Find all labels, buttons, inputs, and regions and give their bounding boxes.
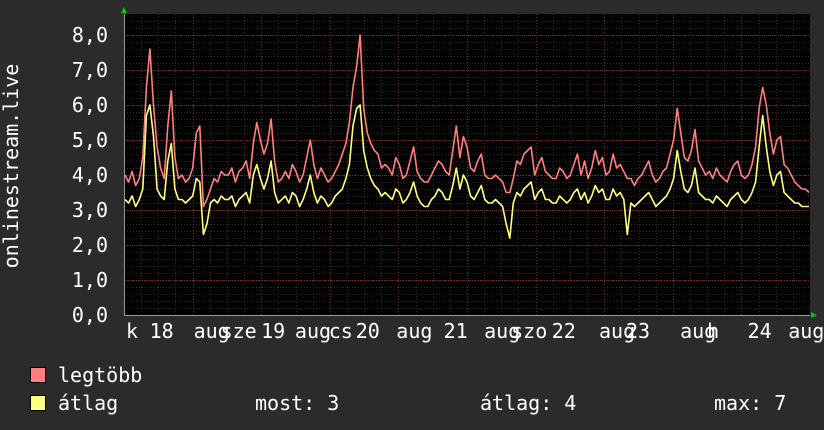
y-tick-label: 2,0 <box>72 233 108 257</box>
x-tick-label: sze <box>221 319 257 343</box>
x-tick-label: aug <box>788 319 824 343</box>
y-tick-label: 4,0 <box>72 163 108 187</box>
y-axis-arrow <box>121 7 127 13</box>
y-axis-label: onlinestream.live <box>0 64 23 269</box>
x-tick-label: 19 <box>261 319 285 343</box>
x-tick-label: 21 <box>444 319 468 343</box>
x-axis-arrow <box>811 312 817 318</box>
x-tick-labels: k 18 augsze 19 augcs 20 aug 21 augszo 22 aug23 augh… <box>126 319 824 343</box>
y-tick-label: 6,0 <box>72 93 108 117</box>
y-tick-label: 7,0 <box>72 58 108 82</box>
chart: 0,0 1,0 2,0 3,0 4,0 5,0 6,0 7,0 8,0 k 18 aug sze 19 a… <box>0 7 824 343</box>
x-tick-label: 18 <box>150 319 174 343</box>
x-tick-label: h <box>707 319 719 343</box>
y-tick-label: 3,0 <box>72 198 108 222</box>
y-tick-labels: 0,0 1,0 2,0 3,0 4,0 5,0 6,0 7,0 8,0 <box>72 23 108 327</box>
x-tick-label: aug <box>295 319 331 343</box>
y-tick-label: 1,0 <box>72 268 108 292</box>
x-tick-label: 23 <box>626 319 650 343</box>
x-tick-label: szo <box>511 319 547 343</box>
y-tick-label: 5,0 <box>72 128 108 152</box>
y-tick-label: 0,0 <box>72 303 108 327</box>
x-tick-label: cs <box>329 319 353 343</box>
x-tick-label: 22 <box>552 319 576 343</box>
x-tick-label: k <box>126 319 138 343</box>
x-tick-label: 24 <box>748 319 772 343</box>
y-tick-label: 8,0 <box>72 23 108 47</box>
x-tick-label: aug <box>396 319 432 343</box>
x-tick-label: 20 <box>356 319 380 343</box>
